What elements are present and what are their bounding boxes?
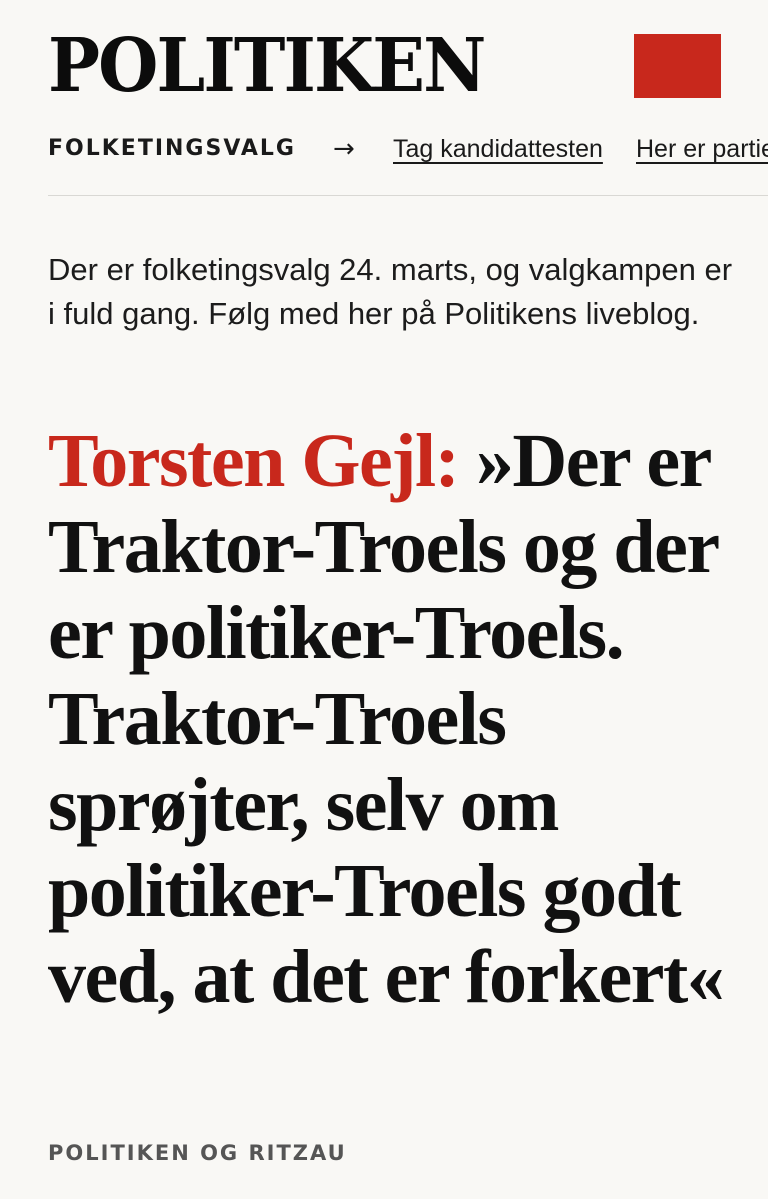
article-byline: POLITIKEN OG RITZAU xyxy=(48,1141,347,1165)
article-intro: Der er folketingsvalg 24. marts, og valg… xyxy=(48,252,733,331)
headline-quote: »Der er Traktor-Troels og der er politik… xyxy=(48,419,725,1019)
divider xyxy=(48,195,768,196)
article-headline[interactable]: Torsten Gejl: »Der er Traktor-Troels og … xyxy=(48,418,748,1020)
nav-link-kandidattest[interactable]: Tag kandidattesten xyxy=(393,134,603,164)
arrow-right-icon: → xyxy=(333,134,355,164)
nav-section-label[interactable]: FOLKETINGSVALG xyxy=(48,134,296,164)
logo-text: POLITIKEN xyxy=(48,23,486,109)
headline-kicker: Torsten Gejl: xyxy=(48,419,460,503)
nav-link-partier[interactable]: Her er partie xyxy=(636,134,768,164)
logo[interactable]: POLITIKEN xyxy=(48,28,728,104)
section-nav: FOLKETINGSVALG → Tag kandidattesten Her … xyxy=(48,126,768,170)
logo-red-square xyxy=(634,34,721,98)
